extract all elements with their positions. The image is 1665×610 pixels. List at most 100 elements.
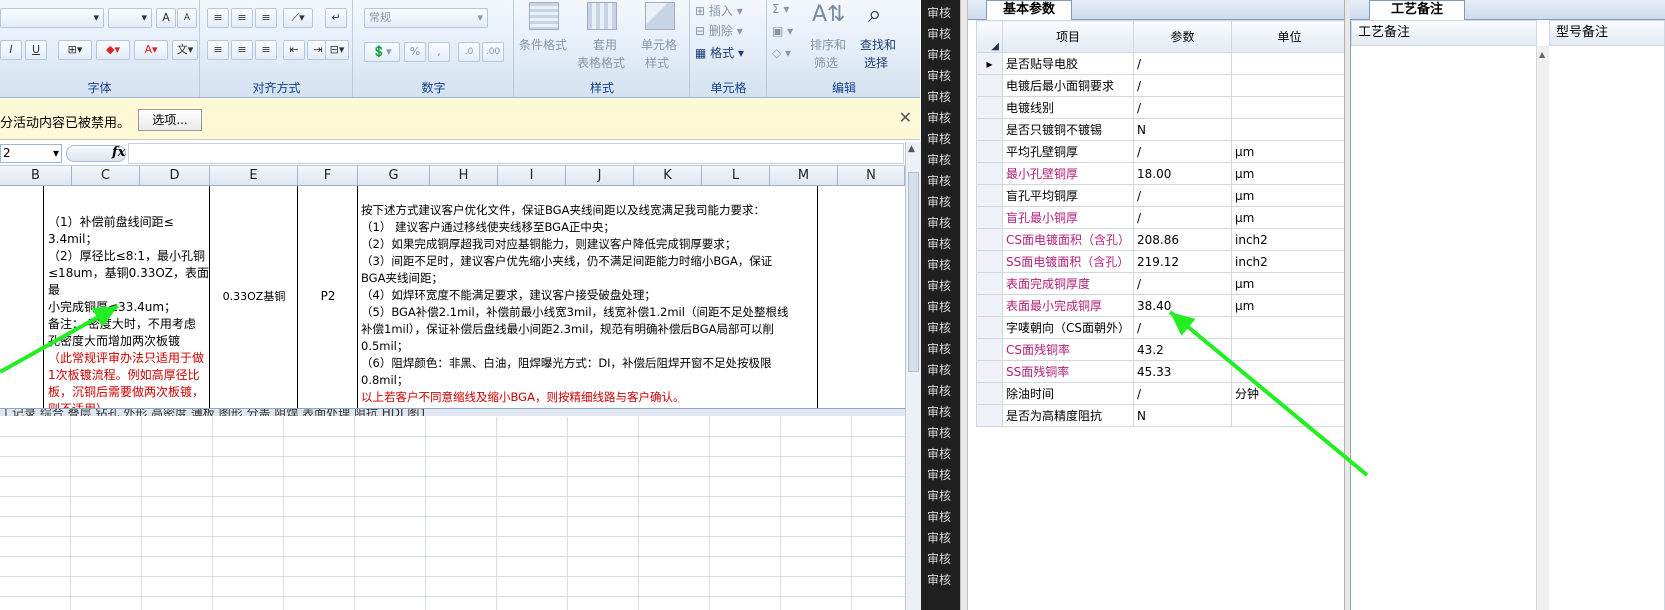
- param-unit[interactable]: μm: [1231, 294, 1348, 317]
- param-unit[interactable]: [1231, 118, 1348, 141]
- sort-filter-icon[interactable]: A⇅: [812, 2, 845, 27]
- font-size-dropdown[interactable]: ▾: [108, 8, 152, 28]
- cell-style-icon[interactable]: [645, 2, 675, 30]
- side-list-item[interactable]: 审核: [927, 4, 963, 24]
- column-header[interactable]: D: [140, 166, 210, 186]
- param-unit[interactable]: μm: [1231, 140, 1348, 163]
- align-middle-icon[interactable]: ≡: [231, 8, 253, 28]
- increase-decimal-icon[interactable]: .0: [458, 42, 480, 62]
- side-list-item[interactable]: 审核: [927, 445, 963, 465]
- empty-grid[interactable]: [0, 417, 905, 610]
- param-value[interactable]: 45.33: [1133, 360, 1232, 383]
- param-value[interactable]: /: [1133, 74, 1232, 97]
- close-icon[interactable]: ✕: [899, 108, 912, 127]
- param-item[interactable]: 除油时间: [1002, 382, 1134, 405]
- side-list-item[interactable]: 审核: [927, 25, 963, 45]
- param-item[interactable]: CS面残铜率: [1002, 338, 1134, 361]
- param-value[interactable]: /: [1133, 184, 1232, 207]
- scroll-up-icon[interactable]: ▲: [908, 144, 919, 156]
- param-value[interactable]: 18.00: [1133, 162, 1232, 185]
- table-row[interactable]: CS面残铜率 43.2: [976, 338, 1348, 361]
- side-list-item[interactable]: 审核: [927, 172, 963, 192]
- column-header[interactable]: K: [634, 166, 702, 186]
- cell-area[interactable]: （1）补偿前盘线间距≤ 3.4mil； （2）厚径比≤8:1，最小孔铜 ≤18u…: [0, 186, 905, 414]
- param-item[interactable]: 最小孔壁铜厚: [1002, 162, 1134, 185]
- side-list-item[interactable]: 审核: [927, 88, 963, 108]
- table-row[interactable]: 盲孔平均铜厚 / μm: [976, 184, 1348, 207]
- fill-icon[interactable]: ▣ ▾: [772, 24, 793, 38]
- shrink-font-button[interactable]: A: [177, 8, 197, 28]
- table-row[interactable]: 最小孔壁铜厚 18.00 μm: [976, 162, 1348, 185]
- table-row[interactable]: CS面电镀面积（含孔） 208.86 inch2: [976, 228, 1348, 251]
- column-header[interactable]: L: [702, 166, 770, 186]
- side-list-item[interactable]: 审核: [927, 424, 963, 444]
- side-list-item[interactable]: 审核: [927, 193, 963, 213]
- side-list-item[interactable]: 审核: [927, 214, 963, 234]
- side-list-item[interactable]: 审核: [927, 361, 963, 381]
- table-row[interactable]: SS面残铜率 45.33: [976, 360, 1348, 383]
- param-value[interactable]: /: [1133, 316, 1232, 339]
- param-value[interactable]: 219.12: [1133, 250, 1232, 273]
- options-button[interactable]: 选项...: [138, 109, 202, 131]
- notes-scrollbar[interactable]: ▲: [1537, 46, 1549, 610]
- number-format-dropdown[interactable]: 常规 ▾: [364, 8, 488, 28]
- font-name-dropdown[interactable]: ▾: [0, 8, 104, 28]
- param-unit[interactable]: inch2: [1231, 228, 1348, 251]
- param-item[interactable]: SS面残铜率: [1002, 360, 1134, 383]
- scroll-up-icon[interactable]: ▲: [1537, 50, 1545, 59]
- column-header[interactable]: M: [770, 166, 838, 186]
- model-notes-field[interactable]: [1549, 46, 1665, 610]
- cell-n[interactable]: [818, 186, 905, 414]
- column-header[interactable]: B: [0, 166, 72, 186]
- vertical-scrollbar[interactable]: ▲: [905, 142, 921, 610]
- param-value[interactable]: N: [1133, 404, 1232, 427]
- header-unit[interactable]: 单位: [1231, 20, 1348, 53]
- param-value[interactable]: /: [1133, 52, 1232, 75]
- table-row[interactable]: SS面电镀面积（含孔） 219.12 inch2: [976, 250, 1348, 273]
- param-value[interactable]: /: [1133, 206, 1232, 229]
- table-format-label-1[interactable]: 套用: [593, 36, 617, 53]
- column-header[interactable]: C: [72, 166, 140, 186]
- param-value[interactable]: 208.86: [1133, 228, 1232, 251]
- param-unit[interactable]: [1231, 52, 1348, 75]
- conditional-format-label[interactable]: 条件格式: [519, 36, 567, 53]
- side-list-item[interactable]: 审核: [927, 277, 963, 297]
- side-list-item[interactable]: 审核: [927, 508, 963, 528]
- param-item[interactable]: CS面电镀面积（含孔）: [1002, 228, 1134, 251]
- param-unit[interactable]: [1231, 74, 1348, 97]
- side-list-item[interactable]: 审核: [927, 382, 963, 402]
- param-unit[interactable]: 分钟: [1231, 382, 1348, 405]
- table-row[interactable]: 表面最小完成铜厚 38.40 μm: [976, 294, 1348, 317]
- header-item[interactable]: 项目: [1002, 20, 1134, 53]
- table-row[interactable]: 表面完成铜厚度 / μm: [976, 272, 1348, 295]
- orientation-icon[interactable]: ⟋▾: [283, 8, 313, 28]
- cell-suggestion[interactable]: 按下述方式建议客户优化文件，保证BGA夹线间距以及线宽满足我司能力要求： （1）…: [358, 186, 818, 414]
- param-item[interactable]: 电镀线别: [1002, 96, 1134, 119]
- insert-button[interactable]: ⊞ 插入 ▾: [695, 2, 743, 19]
- comma-icon[interactable]: ,: [428, 42, 450, 62]
- side-list-item[interactable]: 审核: [927, 319, 963, 339]
- sheet-tabs[interactable]: 工记录 综合 叠层 钻孔 外形 高密度 薄板 图形 分盖 阻焊 表面处理 阻抗 …: [0, 408, 905, 416]
- param-item[interactable]: 是否贴导电胶: [1002, 52, 1134, 75]
- clear-icon[interactable]: ◇ ▾: [772, 46, 791, 60]
- delete-button[interactable]: ⊟ 删除 ▾: [695, 22, 743, 39]
- side-list-item[interactable]: 审核: [927, 571, 963, 591]
- cell-p-code[interactable]: P2: [298, 186, 358, 414]
- align-top-icon[interactable]: ≡: [207, 8, 229, 28]
- panel-splitter[interactable]: [960, 0, 968, 610]
- side-list-item[interactable]: 审核: [927, 46, 963, 66]
- grow-font-button[interactable]: A: [156, 8, 176, 28]
- param-item[interactable]: 电镀后最小面铜要求: [1002, 74, 1134, 97]
- column-header[interactable]: N: [838, 166, 905, 186]
- table-format-icon[interactable]: [587, 2, 617, 30]
- column-header[interactable]: E: [210, 166, 298, 186]
- param-item[interactable]: 表面最小完成铜厚: [1002, 294, 1134, 317]
- align-left-icon[interactable]: ≡: [207, 40, 229, 60]
- column-header[interactable]: I: [498, 166, 566, 186]
- align-right-icon[interactable]: ≡: [255, 40, 277, 60]
- param-unit[interactable]: [1231, 96, 1348, 119]
- formula-input[interactable]: [128, 143, 904, 164]
- param-unit[interactable]: μm: [1231, 162, 1348, 185]
- side-list-item[interactable]: 审核: [927, 256, 963, 276]
- param-value[interactable]: N: [1133, 118, 1232, 141]
